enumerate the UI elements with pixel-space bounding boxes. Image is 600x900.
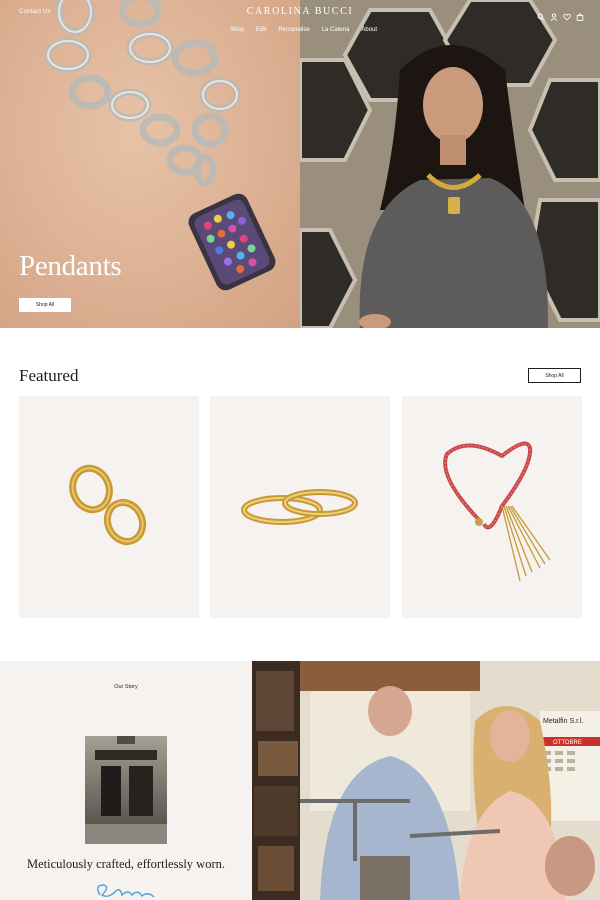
product-card-red-necklace[interactable] <box>402 396 582 618</box>
search-icon[interactable] <box>537 8 545 21</box>
featured-shop-all-button[interactable]: Shop All <box>528 368 581 383</box>
site-header: Contact Us CAROLINA BUCCI Shop Edit Pers… <box>0 0 600 40</box>
nav-edit[interactable]: Edit <box>256 27 266 33</box>
calendar-brand: Metalfin S.r.l. <box>543 718 584 725</box>
our-story-panel: Our Story Meticulously crafted, effortle… <box>0 661 252 900</box>
hero-title: Pendants <box>19 250 122 282</box>
our-story-section: Our Story Meticulously crafted, effortle… <box>0 661 600 900</box>
featured-section: Featured Shop All <box>0 328 600 661</box>
calendar-month: OTTOBRE <box>553 740 582 746</box>
historic-storefront-photo <box>85 736 167 844</box>
model-portrait-illustration <box>300 0 600 328</box>
carolina-signature <box>92 881 162 900</box>
nav-about[interactable]: About <box>361 27 377 33</box>
wishlist-heart-icon[interactable] <box>563 8 571 21</box>
product-image-hoop-earrings <box>69 464 147 545</box>
utility-icons <box>537 8 584 21</box>
account-icon[interactable] <box>550 8 558 21</box>
product-image-red-necklace <box>443 441 551 582</box>
nav-la-catena[interactable]: La Catena <box>322 27 350 33</box>
workshop-artisans-photo: Metalfin S.r.l. OTTOBRE <box>300 661 600 900</box>
hero-banner: Contact Us CAROLINA BUCCI Shop Edit Pers… <box>0 0 600 328</box>
nav-shop[interactable]: Shop <box>230 27 244 33</box>
product-card-hoop-earrings[interactable] <box>19 396 199 618</box>
featured-title: Featured <box>19 366 79 385</box>
nav-personalise[interactable]: Personalise <box>278 27 309 33</box>
bag-icon[interactable] <box>576 8 584 21</box>
product-card-stacking-rings[interactable] <box>210 396 390 618</box>
brand-logo[interactable]: CAROLINA BUCCI <box>0 6 600 17</box>
hero-shop-all-button[interactable]: Shop All <box>19 298 71 312</box>
main-nav: Shop Edit Personalise La Catena About <box>230 27 389 33</box>
hero-image-model[interactable] <box>300 0 600 328</box>
our-story-label[interactable]: Our Story <box>0 684 252 690</box>
our-story-heading: Meticulously crafted, effortlessly worn. <box>27 857 225 871</box>
workshop-tools-photo <box>252 661 300 900</box>
product-image-stacking-rings <box>241 489 358 525</box>
